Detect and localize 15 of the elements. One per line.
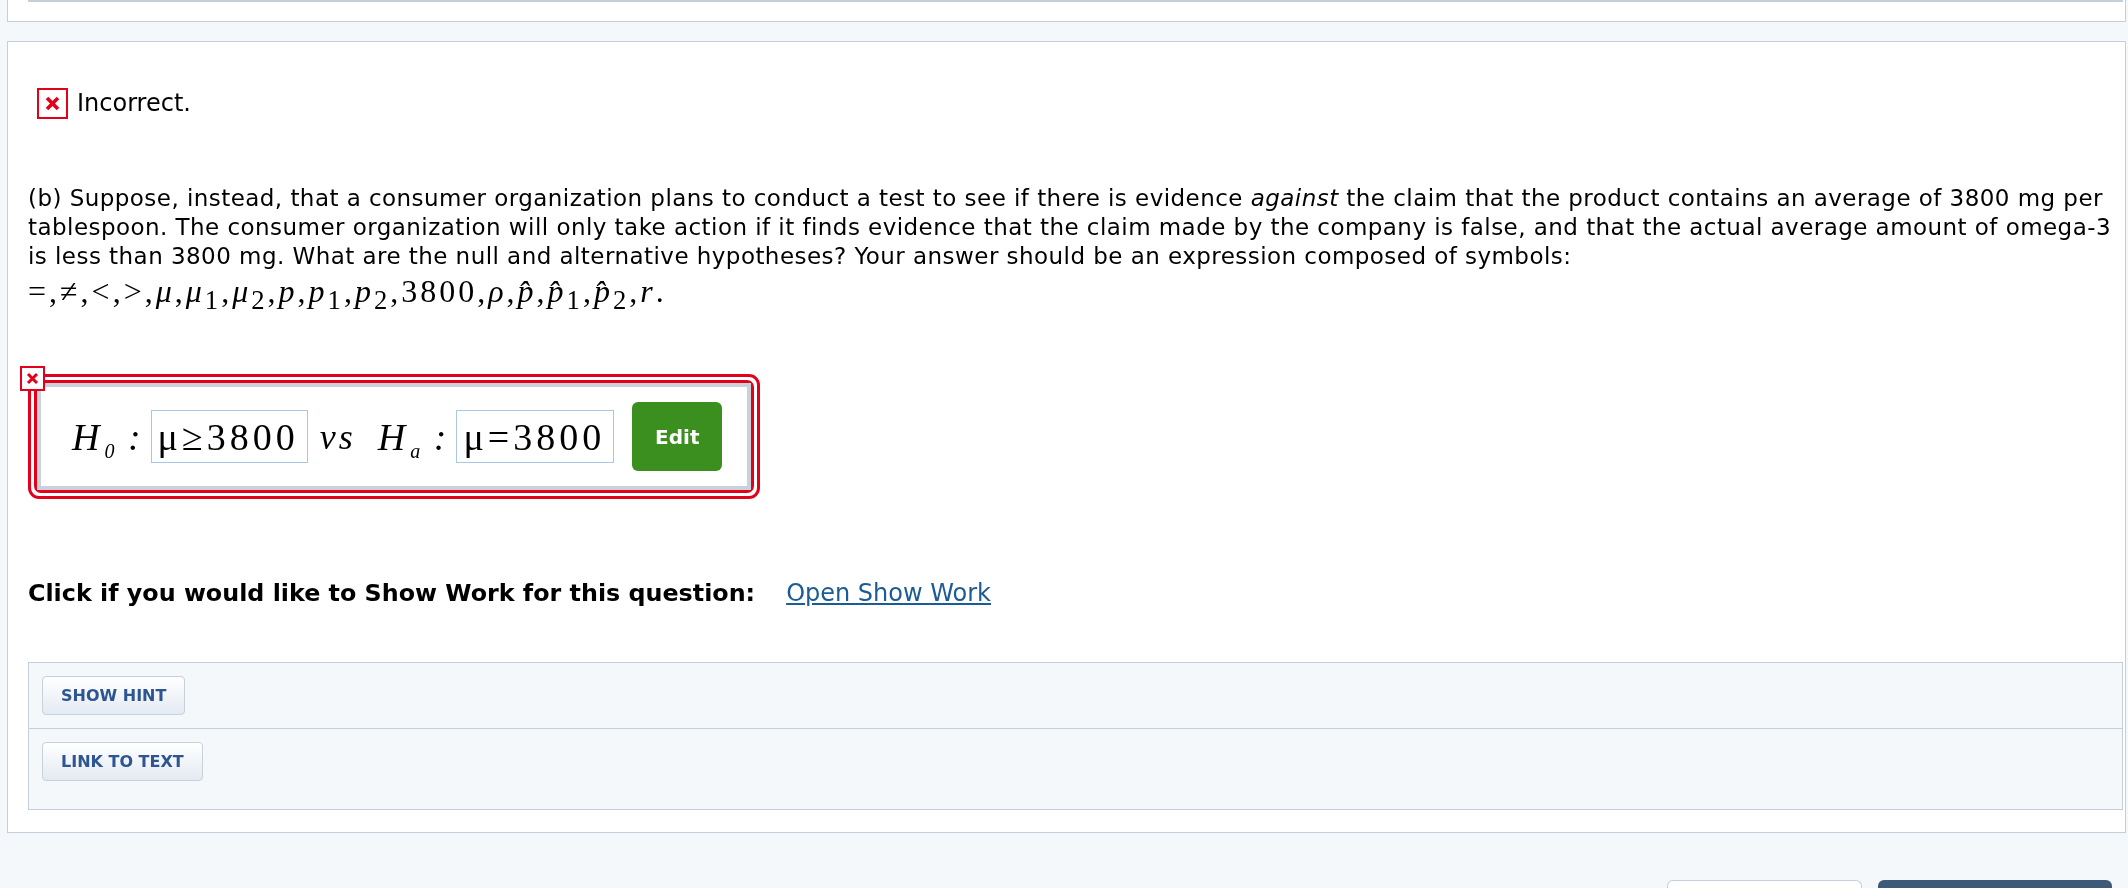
- symbol-list: =,≠,<,>,μ,μ$_{1}$,μ$_{2}$,p,p$_{1}$,p$_{2}$,3800,ρ,p̂,p̂$_{1}$,p̂$_{2}$,r.: [28, 274, 667, 308]
- versus-text: vs: [319, 415, 356, 458]
- edit-button[interactable]: Edit: [632, 402, 723, 471]
- open-show-work-link[interactable]: Open Show Work: [786, 578, 991, 608]
- tool-button[interactable]: SHOW HINT: [42, 676, 186, 715]
- hypothesis-label: H$_{0}$ :: [72, 414, 141, 459]
- answer-field[interactable]: μ≥3800: [150, 410, 308, 463]
- hypothesis-label: H$_{a}$ :: [377, 414, 447, 459]
- primary-button[interactable]: [1878, 880, 2112, 888]
- show-work-prompt: Click if you would like to Show Work for this question:: [28, 578, 756, 608]
- secondary-button[interactable]: [1667, 880, 1862, 888]
- tool-button[interactable]: LINK TO TEXT: [42, 742, 203, 781]
- feedback-text: Incorrect.: [77, 88, 191, 119]
- answer-field[interactable]: μ=3800: [456, 410, 615, 463]
- question-text: (b) Suppose, instead, that a consumer organization plans to conduct a test to see if there is evidence against the claim that the product contains an average of 3800 mg per tablespoon. The consumer organization will only take action if it finds evidence that the claim made by the company is false, and that the actual average amount of omega-3 is less than 3800 mg. What are the null and alternative hypotheses? Your answer should be an expression composed of symbols:: [28, 184, 2113, 271]
